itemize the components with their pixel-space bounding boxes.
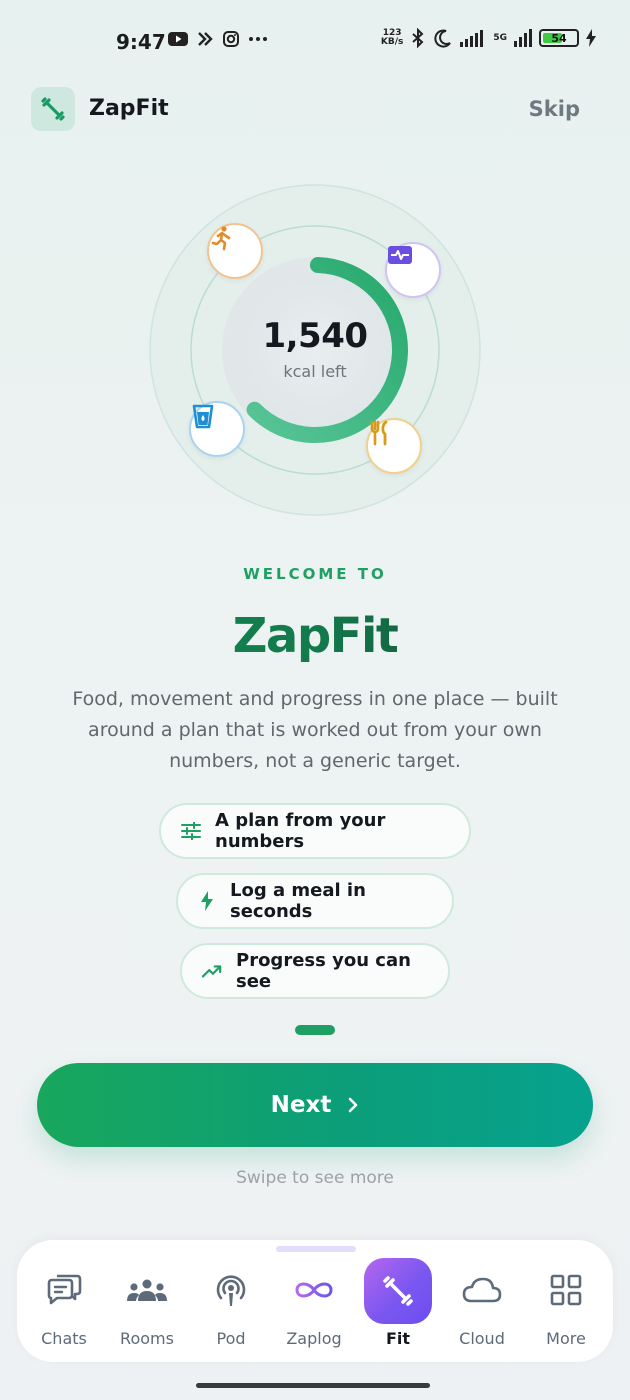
- next-button[interactable]: Next: [37, 1063, 593, 1147]
- nav-item-fit[interactable]: Fit: [358, 1258, 438, 1350]
- battery-level: 54: [551, 31, 567, 45]
- sliders-icon: [181, 821, 201, 841]
- chevron-right-icon: [349, 1097, 358, 1113]
- nav-item-rooms[interactable]: Rooms: [107, 1258, 187, 1350]
- running-icon: [211, 226, 231, 251]
- food-badge: [366, 418, 422, 474]
- status-bar: 9:47 123 KB/s 5G 54: [0, 0, 630, 84]
- bolt-icon: [198, 891, 216, 911]
- brand-name: ZapFit: [89, 96, 169, 121]
- app-icon: [196, 30, 214, 48]
- more-dots-icon: [248, 36, 268, 42]
- feature-pill-progress: Progress you can see: [180, 943, 450, 999]
- calorie-ring: 1,540 kcal left: [148, 183, 482, 517]
- feature-pill-plan: A plan from your numbers: [159, 803, 471, 859]
- youtube-icon: [168, 31, 188, 47]
- skip-button[interactable]: Skip: [529, 97, 580, 121]
- page-dot-active: [295, 1025, 335, 1035]
- kcal-value: 1,540: [262, 316, 368, 356]
- chat-icon: [42, 1268, 86, 1312]
- page-indicator: [0, 1025, 630, 1035]
- nav-handle: [276, 1246, 356, 1252]
- nav-item-cloud[interactable]: Cloud: [442, 1258, 522, 1350]
- next-label: Next: [270, 1092, 332, 1118]
- nav-label: Cloud: [459, 1329, 505, 1348]
- charging-icon: [586, 29, 596, 47]
- signal-icon-2: [514, 29, 532, 47]
- feature-pill-log: Log a meal in seconds: [176, 873, 454, 929]
- dumbbell-icon: [364, 1258, 432, 1324]
- nav-label: Zaplog: [286, 1329, 342, 1348]
- nav-label: Fit: [385, 1329, 411, 1348]
- welcome-label: WELCOME TO: [243, 565, 387, 583]
- app-logo: [31, 87, 75, 131]
- nav-label: Chats: [41, 1329, 87, 1348]
- running-badge: [207, 223, 263, 279]
- fork-knife-icon: [370, 420, 388, 446]
- bottom-nav: Chats Rooms Pod Zaplog Fit Cloud More: [17, 1240, 613, 1362]
- network-type: 5G: [493, 33, 507, 43]
- trend-up-icon: [202, 961, 222, 981]
- intro-description: Food, movement and progress in one place…: [72, 688, 558, 772]
- bluetooth-icon: [410, 28, 426, 48]
- nav-label: Pod: [216, 1329, 246, 1348]
- nav-item-zaplog[interactable]: Zaplog: [274, 1258, 354, 1350]
- feature-label: A plan from your numbers: [215, 810, 386, 852]
- page-title: ZapFit: [0, 608, 630, 664]
- heart-monitor-icon: [388, 246, 412, 264]
- water-badge: [189, 401, 245, 457]
- nav-label: Rooms: [120, 1329, 174, 1348]
- grid-icon: [544, 1268, 588, 1312]
- swipe-hint: Swipe to see more: [236, 1168, 394, 1188]
- instagram-icon: [222, 30, 240, 48]
- dumbbell-icon: [41, 97, 65, 121]
- people-icon: [125, 1268, 169, 1312]
- water-cup-icon: [192, 404, 214, 429]
- feature-label: Progress you can see: [236, 950, 411, 992]
- nav-item-more[interactable]: More: [526, 1258, 606, 1350]
- heart-monitor-badge: [385, 242, 441, 298]
- feature-label: Log a meal in seconds: [229, 880, 366, 922]
- top-bar: ZapFit Skip: [31, 87, 580, 133]
- nav-label: More: [546, 1329, 586, 1348]
- battery-icon: 54: [539, 29, 579, 47]
- signal-icon: [460, 29, 486, 47]
- kcal-label: kcal left: [283, 362, 347, 381]
- moon-icon: [433, 28, 453, 48]
- infinity-icon: [292, 1268, 336, 1312]
- home-indicator[interactable]: [196, 1383, 430, 1388]
- nav-item-pod[interactable]: Pod: [191, 1258, 271, 1350]
- network-speed: 123 KB/s: [380, 28, 404, 47]
- status-time: 9:47: [116, 30, 166, 54]
- cloud-icon: [460, 1268, 504, 1312]
- nav-item-chats[interactable]: Chats: [24, 1258, 104, 1350]
- podcast-icon: [209, 1268, 253, 1312]
